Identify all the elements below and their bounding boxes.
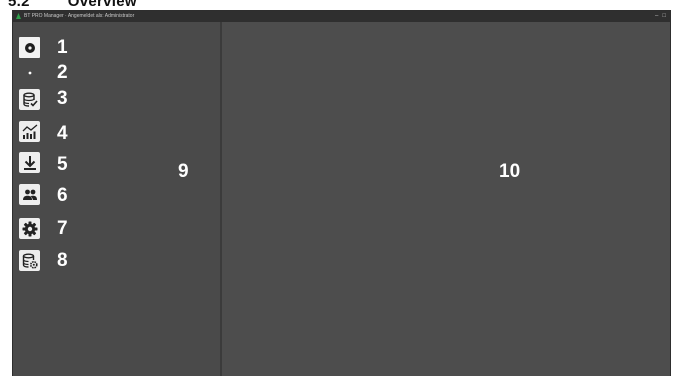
window-title: BT PRO Manager · Angemeldet als: Adminis… [24, 13, 135, 19]
users-icon [22, 189, 37, 200]
page: 5.2 Overview BT PRO Manager · Angemeldet … [0, 0, 675, 378]
callout-8: 8 [57, 250, 68, 271]
nav-button-database-settings[interactable] [19, 250, 40, 271]
nav-button-record[interactable] [19, 37, 40, 58]
app-window: BT PRO Manager · Angemeldet als: Adminis… [12, 10, 671, 376]
database-check-icon [22, 92, 38, 107]
nav-button-users[interactable] [19, 184, 40, 205]
callout-9: 9 [178, 161, 189, 182]
callout-10: 10 [499, 161, 521, 182]
content-pane: 10 [222, 22, 670, 376]
maximize-button[interactable]: □ [662, 12, 666, 20]
app-logo-icon [16, 13, 21, 19]
section-title: Overview [67, 0, 137, 10]
callout-1: 1 [57, 37, 68, 58]
navigation-pane: 1 2 3 4 5 6 7 8 9 [13, 22, 222, 376]
download-icon [23, 155, 36, 170]
minimize-button[interactable]: – [655, 12, 658, 20]
dot-icon [28, 71, 31, 74]
section-heading: 5.2 Overview [8, 0, 137, 10]
callout-4: 4 [57, 123, 68, 144]
gear-icon [22, 221, 37, 236]
nav-button-database-check[interactable] [19, 89, 40, 110]
database-settings-icon [22, 253, 38, 269]
chart-icon [22, 124, 37, 139]
nav-button-download[interactable] [19, 152, 40, 173]
nav-button-dot[interactable] [19, 62, 40, 83]
nav-button-chart[interactable] [19, 121, 40, 142]
callout-2: 2 [57, 62, 68, 83]
callout-3: 3 [57, 88, 68, 109]
callout-7: 7 [57, 218, 68, 239]
section-number: 5.2 [8, 0, 30, 10]
nav-button-settings[interactable] [19, 218, 40, 239]
callout-5: 5 [57, 154, 68, 175]
window-controls: – □ [655, 12, 666, 20]
callout-6: 6 [57, 185, 68, 206]
record-icon [24, 42, 35, 53]
